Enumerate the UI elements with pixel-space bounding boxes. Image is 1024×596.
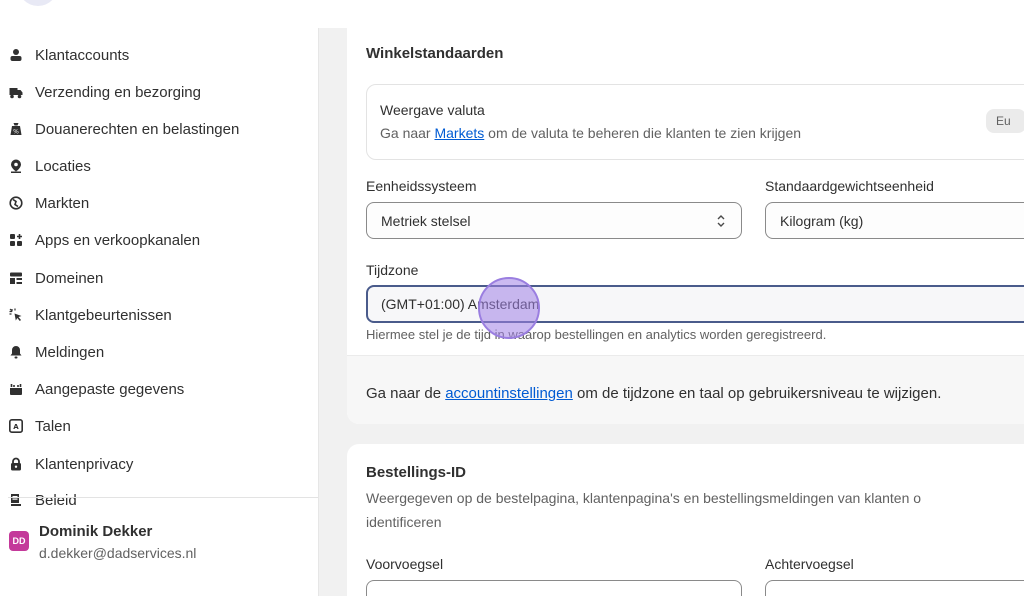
- bell-icon: [9, 345, 23, 359]
- lock-icon: [9, 457, 23, 471]
- sidebar-item-label: Apps en verkoopkanalen: [35, 231, 201, 249]
- sidebar-item-label: Klantaccounts: [35, 46, 130, 64]
- order-id-description-line1: Weergegeven op de bestelpagina, klantenp…: [366, 490, 922, 506]
- sidebar-item-talen[interactable]: A Talen: [0, 411, 318, 441]
- location-pin-icon: [9, 159, 23, 173]
- prefix-label: Voorvoegsel: [366, 556, 444, 572]
- top-avatar: [18, 0, 58, 6]
- sidebar-item-locaties[interactable]: Locaties: [0, 151, 318, 181]
- timezone-help-text: Hiermee stel je de tijd in waarop bestel…: [366, 327, 827, 342]
- section-title: Winkelstandaarden: [366, 45, 504, 62]
- svg-text:A: A: [13, 423, 19, 431]
- sidebar-item-apps[interactable]: Apps en verkoopkanalen: [0, 225, 318, 255]
- markets-link[interactable]: Markets: [434, 125, 484, 141]
- weight-unit-label: Standaardgewichtseenheid: [765, 178, 934, 194]
- prefix-input[interactable]: [366, 580, 742, 596]
- footer-note: Ga naar de accountinstellingen om de tij…: [366, 385, 941, 402]
- order-id-title: Bestellings-ID: [366, 464, 467, 481]
- sidebar-item-klantgebeurtenissen[interactable]: Klantgebeurtenissen: [0, 300, 318, 330]
- sidebar-divider: [8, 497, 318, 498]
- sidebar-item-label: Meldingen: [35, 343, 105, 361]
- avatar: DD: [9, 531, 29, 551]
- unit-system-value: Metriek stelsel: [381, 213, 471, 229]
- svg-text:%: %: [13, 129, 19, 136]
- timezone-label: Tijdzone: [366, 262, 419, 278]
- sidebar-item-label: Verzending en bezorging: [35, 83, 201, 101]
- sidebar-item-label: Aangepaste gegevens: [35, 380, 185, 398]
- apps-icon: [9, 233, 23, 247]
- user-email: d.dekker@dadservices.nl: [39, 545, 197, 561]
- account-settings-link[interactable]: accountinstellingen: [445, 385, 573, 402]
- sidebar-item-label: Douanerechten en belastingen: [35, 120, 240, 138]
- user-profile[interactable]: DD Dominik Dekker d.dekker@dadservices.n…: [0, 508, 318, 564]
- sidebar-item-label: Markten: [35, 194, 90, 212]
- sidebar-item-klantaccounts[interactable]: Klantaccounts: [0, 40, 318, 70]
- policy-icon: [9, 493, 23, 507]
- custom-data-icon: [9, 382, 23, 396]
- currency-text-prefix: Ga naar: [380, 125, 435, 141]
- suffix-label: Achtervoegsel: [765, 556, 854, 572]
- weight-unit-value: Kilogram (kg): [780, 213, 864, 229]
- sidebar-item-markten[interactable]: Markten: [0, 188, 318, 218]
- order-id-description-line2: identificeren: [366, 514, 442, 530]
- sidebar-item-label: Klantenprivacy: [35, 455, 134, 473]
- currency-badge: Eu: [986, 109, 1024, 133]
- footer-text-prefix: Ga naar de: [366, 385, 446, 402]
- cursor-click-icon: [9, 308, 23, 322]
- currency-title: Weergave valuta: [380, 102, 485, 118]
- suffix-input[interactable]: [765, 580, 1024, 596]
- sidebar-item-label: Klantgebeurtenissen: [35, 306, 172, 324]
- language-icon: A: [9, 419, 23, 433]
- unit-system-label: Eenheidssysteem: [366, 178, 477, 194]
- sidebar-item-label: Talen: [35, 417, 71, 435]
- sidebar-item-domeinen[interactable]: Domeinen: [0, 263, 318, 293]
- sidebar-item-douanerechten[interactable]: % Douanerechten en belastingen: [0, 114, 318, 144]
- user-name: Dominik Dekker: [39, 523, 153, 540]
- sidebar-item-meldingen[interactable]: Meldingen: [0, 337, 318, 367]
- sidebar-item-aangepaste-gegevens[interactable]: Aangepaste gegevens: [0, 374, 318, 404]
- tax-bag-icon: %: [9, 122, 23, 136]
- select-arrows-icon: [715, 213, 727, 229]
- timezone-select[interactable]: (GMT+01:00) Amsterdam: [366, 285, 1024, 323]
- timezone-value: (GMT+01:00) Amsterdam: [381, 296, 540, 312]
- sidebar-item-verzending[interactable]: Verzending en bezorging: [0, 77, 318, 107]
- globe-icon: [9, 196, 23, 210]
- sidebar-item-klantenprivacy[interactable]: Klantenprivacy: [0, 449, 318, 479]
- person-icon: [9, 48, 23, 62]
- footer-text-suffix: om de tijdzone en taal op gebruikersnive…: [572, 385, 942, 402]
- sidebar-item-label: Beleid: [35, 491, 77, 509]
- unit-system-select[interactable]: Metriek stelsel: [366, 202, 742, 239]
- currency-text-suffix: om de valuta te beheren die klanten te z…: [484, 125, 802, 141]
- truck-icon: [9, 85, 23, 99]
- sidebar-item-label: Domeinen: [35, 269, 104, 287]
- weight-unit-select[interactable]: Kilogram (kg): [765, 202, 1024, 239]
- domain-icon: [9, 271, 23, 285]
- currency-box: [366, 84, 1024, 160]
- sidebar-item-label: Locaties: [35, 157, 91, 175]
- currency-description: Ga naar Markets om de valuta te beheren …: [380, 125, 801, 141]
